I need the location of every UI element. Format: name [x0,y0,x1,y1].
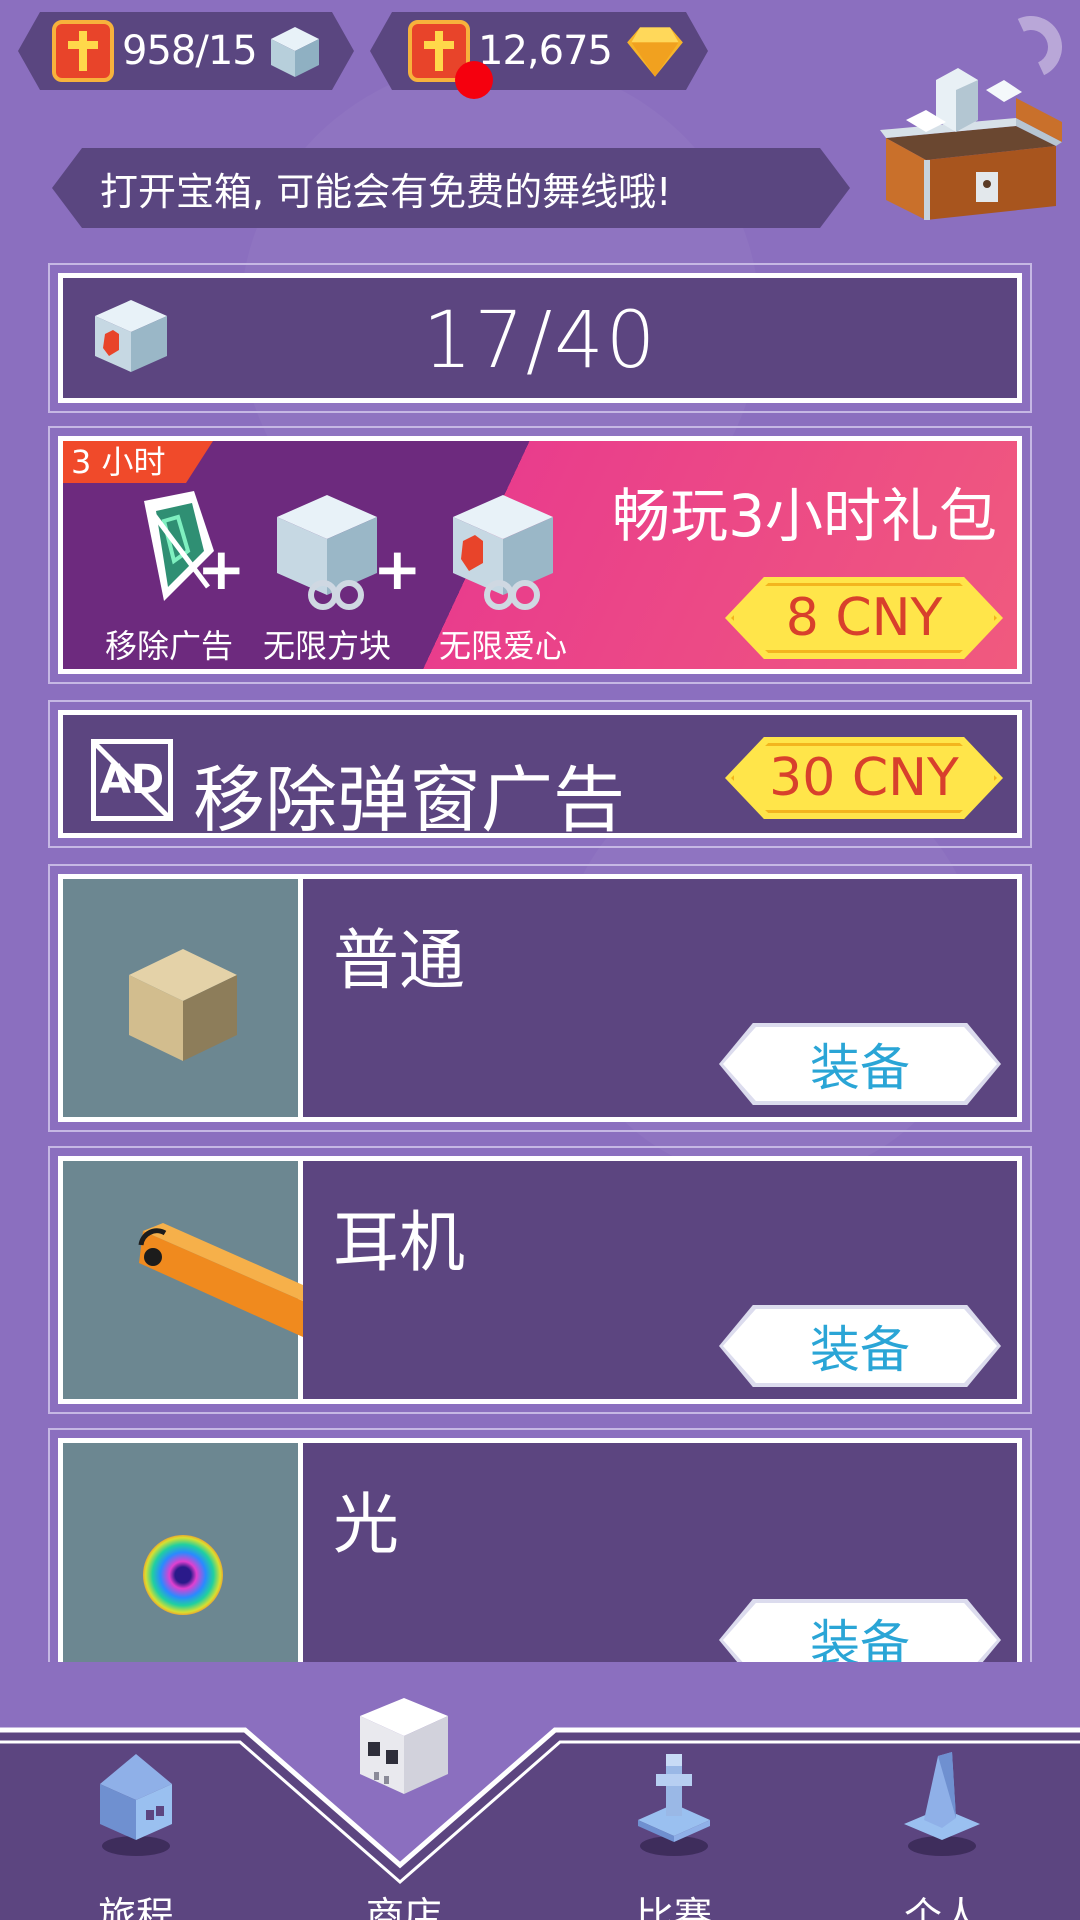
equip-button-label: 装备 [723,1027,997,1101]
three-hour-offer-card[interactable]: 3 小时 移除广告 + 无限方块 + 无限爱心 畅玩3小时礼包 8 CNY [48,426,1032,684]
equip-button[interactable]: 装备 [719,1023,1001,1105]
skull-icon [360,1698,448,1794]
offer-item-label: 移除广告 [104,627,233,665]
duration-badge: 3 小时 [63,441,213,483]
offer-item-infinite-lives: 无限爱心 [423,491,583,665]
skin-name: 普通 [333,922,465,999]
skin-card-headphones: 耳机 装备 [48,1146,1032,1414]
offer-price-button[interactable]: 8 CNY [725,577,1003,659]
nav-tab-label: 旅程 [97,1894,174,1920]
skin-card-light: 光 装备 [48,1428,1032,1668]
offer-title: 畅玩3小时礼包 [612,482,997,550]
remove-ads-title: 移除弹窗广告 [193,758,626,838]
gems-counter-text: 12,675 [478,28,612,74]
infinite-heart-cube-icon [453,495,553,610]
skin-name: 光 [333,1486,399,1563]
list-cutoff [0,1662,1080,1722]
no-ad-icon: AD [91,739,173,821]
trophy-icon [638,1754,710,1856]
offer-item-label: 无限方块 [262,627,391,665]
beige-cube-icon [129,949,237,1061]
rainbow-orb-icon [143,1535,223,1615]
nav-tab-label: 个人 [903,1894,980,1920]
cross-icon [52,20,114,82]
equip-button[interactable]: 装备 [719,1305,1001,1387]
plus-icon: + [197,535,246,603]
skin-card-normal: 普通 装备 [48,864,1032,1132]
skin-name: 耳机 [333,1204,465,1281]
lives-card: 17/40 [48,263,1032,413]
nav-tab-label: 比赛 [635,1894,712,1920]
house-icon [100,1754,172,1856]
chest-tip-text: 打开宝箱, 可能会有免费的舞线哦! [100,169,672,214]
lives-counter-text: 958/15 [122,28,257,74]
lives-count: 17/40 [422,296,658,386]
gems-counter-pill[interactable]: 12,675 [370,12,708,90]
wizard-hat-icon [904,1752,980,1856]
ice-cube-icon [267,23,323,79]
equip-button-label: 装备 [723,1309,997,1383]
skin-thumbnail [63,1161,303,1399]
skin-thumbnail [63,879,303,1117]
nav-tab-label: 商店 [365,1894,442,1920]
nav-tab-journey[interactable]: 旅程 [36,1740,236,1920]
equip-button[interactable]: 装备 [719,1599,1001,1668]
offer-item-label: 无限爱心 [438,627,567,665]
remove-ads-price-label: 30 CNY [769,748,959,808]
nav-tab-compete[interactable]: 比赛 [574,1740,774,1920]
gold-gem-icon [622,21,688,81]
chest-tip-banner: 打开宝箱, 可能会有免费的舞线哦! [52,148,850,228]
orange-line-icon [138,1223,303,1337]
equip-button-label: 装备 [723,1603,997,1668]
lives-counter-pill[interactable]: 958/15 [18,12,354,90]
offer-price-label: 8 CNY [785,588,943,648]
infinite-cube-icon [277,495,377,610]
plus-icon: + [373,535,422,603]
nav-tab-profile[interactable]: 个人 [842,1740,1042,1920]
skin-thumbnail [63,1443,303,1668]
remove-ads-card[interactable]: AD 移除弹窗广告 30 CNY [48,700,1032,848]
remove-ads-price-button[interactable]: 30 CNY [725,737,1003,819]
treasure-chest-icon[interactable] [866,60,1066,230]
notification-dot [455,61,493,99]
nav-tab-shop[interactable]: 商店 [304,1690,504,1920]
